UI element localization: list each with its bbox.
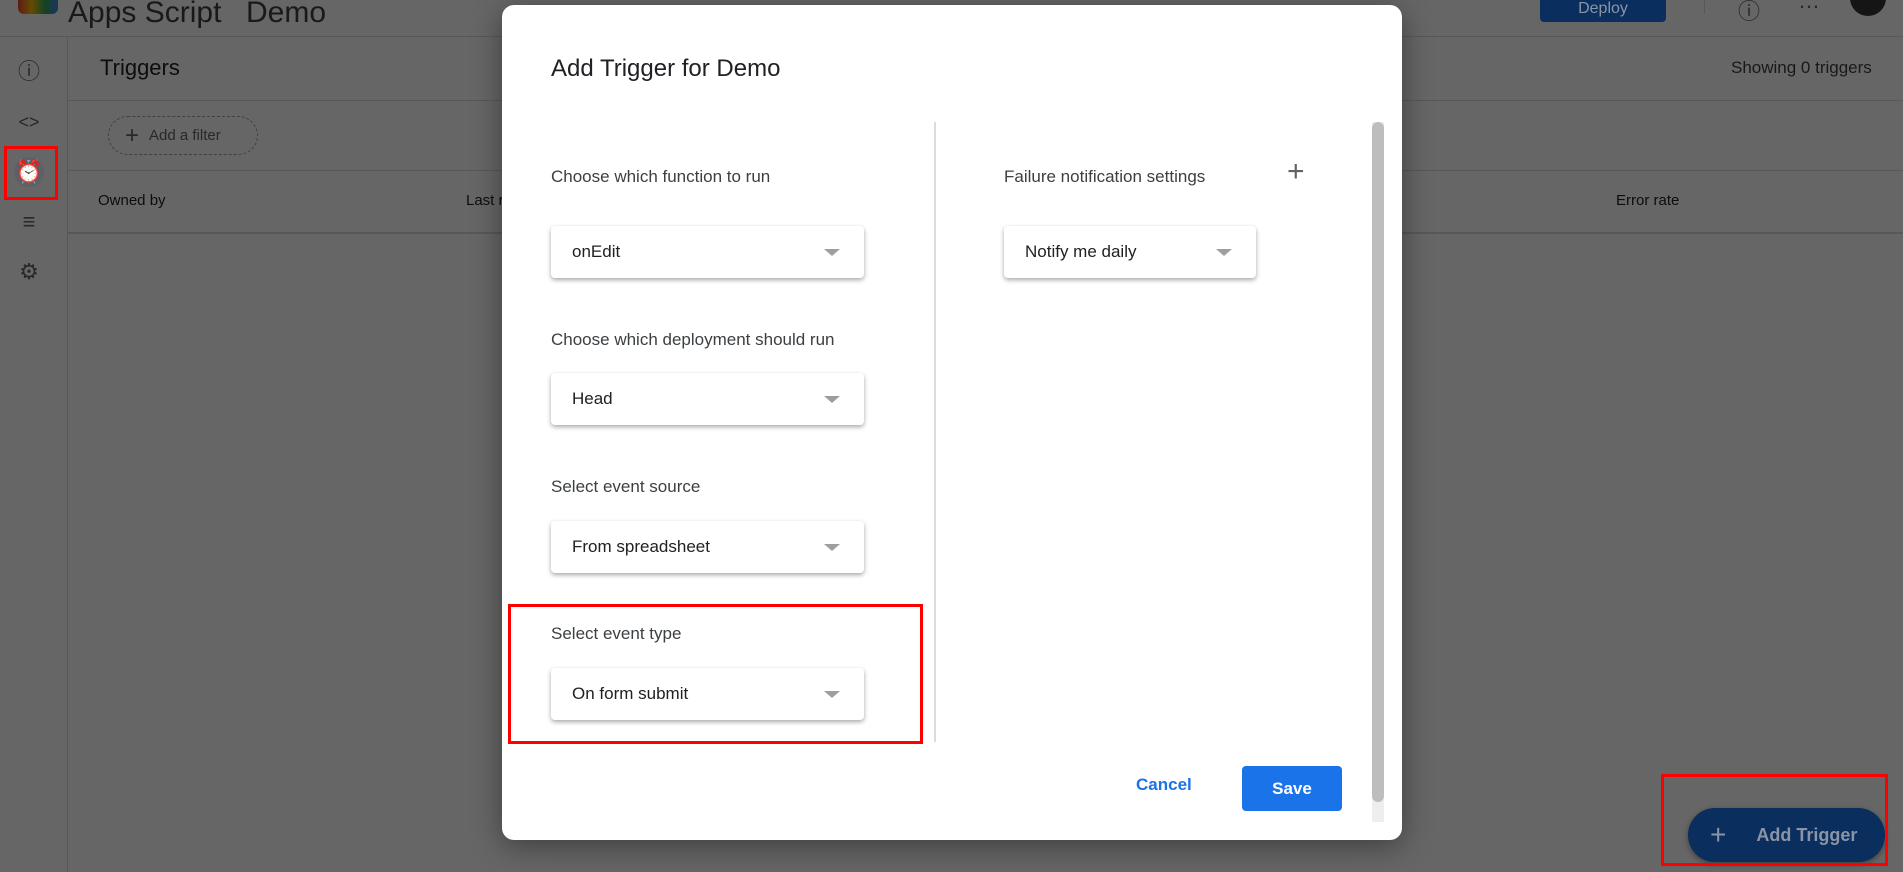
cancel-button[interactable]: Cancel [1136, 775, 1192, 795]
highlight-box-add-trigger [1661, 774, 1888, 866]
code-icon[interactable]: <> [14, 107, 44, 137]
function-select[interactable]: onEdit [551, 226, 864, 278]
info-icon[interactable]: ⓘ [14, 57, 44, 87]
add-filter-button[interactable]: + Add a filter [108, 116, 258, 155]
apps-script-logo [18, 0, 58, 14]
help-icon[interactable]: ⓘ [1738, 0, 1760, 26]
save-button[interactable]: Save [1242, 766, 1342, 811]
highlight-box-triggers [4, 146, 58, 200]
add-filter-label: Add a filter [149, 127, 221, 144]
caret-down-icon [824, 544, 840, 551]
caret-down-icon [1216, 249, 1232, 256]
dialog-title: Add Trigger for Demo [551, 55, 781, 82]
trigger-count: Showing 0 triggers [1731, 58, 1872, 77]
event-source-value: From spreadsheet [572, 537, 710, 556]
gear-icon[interactable]: ⚙ [14, 257, 44, 287]
divider [1704, 0, 1705, 14]
playlist-play-icon[interactable]: ≡ [14, 207, 44, 237]
deployment-label: Choose which deployment should run [551, 330, 835, 349]
function-value: onEdit [572, 242, 621, 261]
deploy-button[interactable]: Deploy [1540, 0, 1666, 22]
caret-down-icon [824, 249, 840, 256]
add-trigger-dialog: Add Trigger for Demo Choose which functi… [502, 5, 1402, 840]
app-title: Apps Script [68, 0, 222, 29]
deployment-value: Head [572, 389, 613, 408]
deployment-select[interactable]: Head [551, 373, 864, 425]
column-divider [934, 122, 936, 742]
project-name[interactable]: Demo [246, 0, 326, 30]
column-last-run[interactable]: Last r [466, 192, 504, 209]
add-notification-icon[interactable]: + [1287, 155, 1305, 189]
avatar[interactable] [1850, 0, 1886, 16]
failure-notification-label: Failure notification settings [1004, 167, 1206, 186]
failure-notification-value: Notify me daily [1025, 242, 1137, 261]
scrollbar-thumb[interactable] [1372, 122, 1384, 802]
event-source-label: Select event source [551, 477, 701, 496]
event-source-select[interactable]: From spreadsheet [551, 521, 864, 573]
failure-notification-select[interactable]: Notify me daily [1004, 226, 1256, 278]
function-label: Choose which function to run [551, 167, 771, 186]
column-error-rate[interactable]: Error rate [1616, 192, 1679, 209]
column-owned-by[interactable]: Owned by [98, 192, 166, 209]
page-title: Triggers [100, 55, 180, 80]
more-horiz-icon[interactable]: … [1798, 0, 1820, 14]
plus-icon: + [125, 122, 140, 149]
highlight-box-event-type [508, 604, 923, 744]
caret-down-icon [824, 396, 840, 403]
